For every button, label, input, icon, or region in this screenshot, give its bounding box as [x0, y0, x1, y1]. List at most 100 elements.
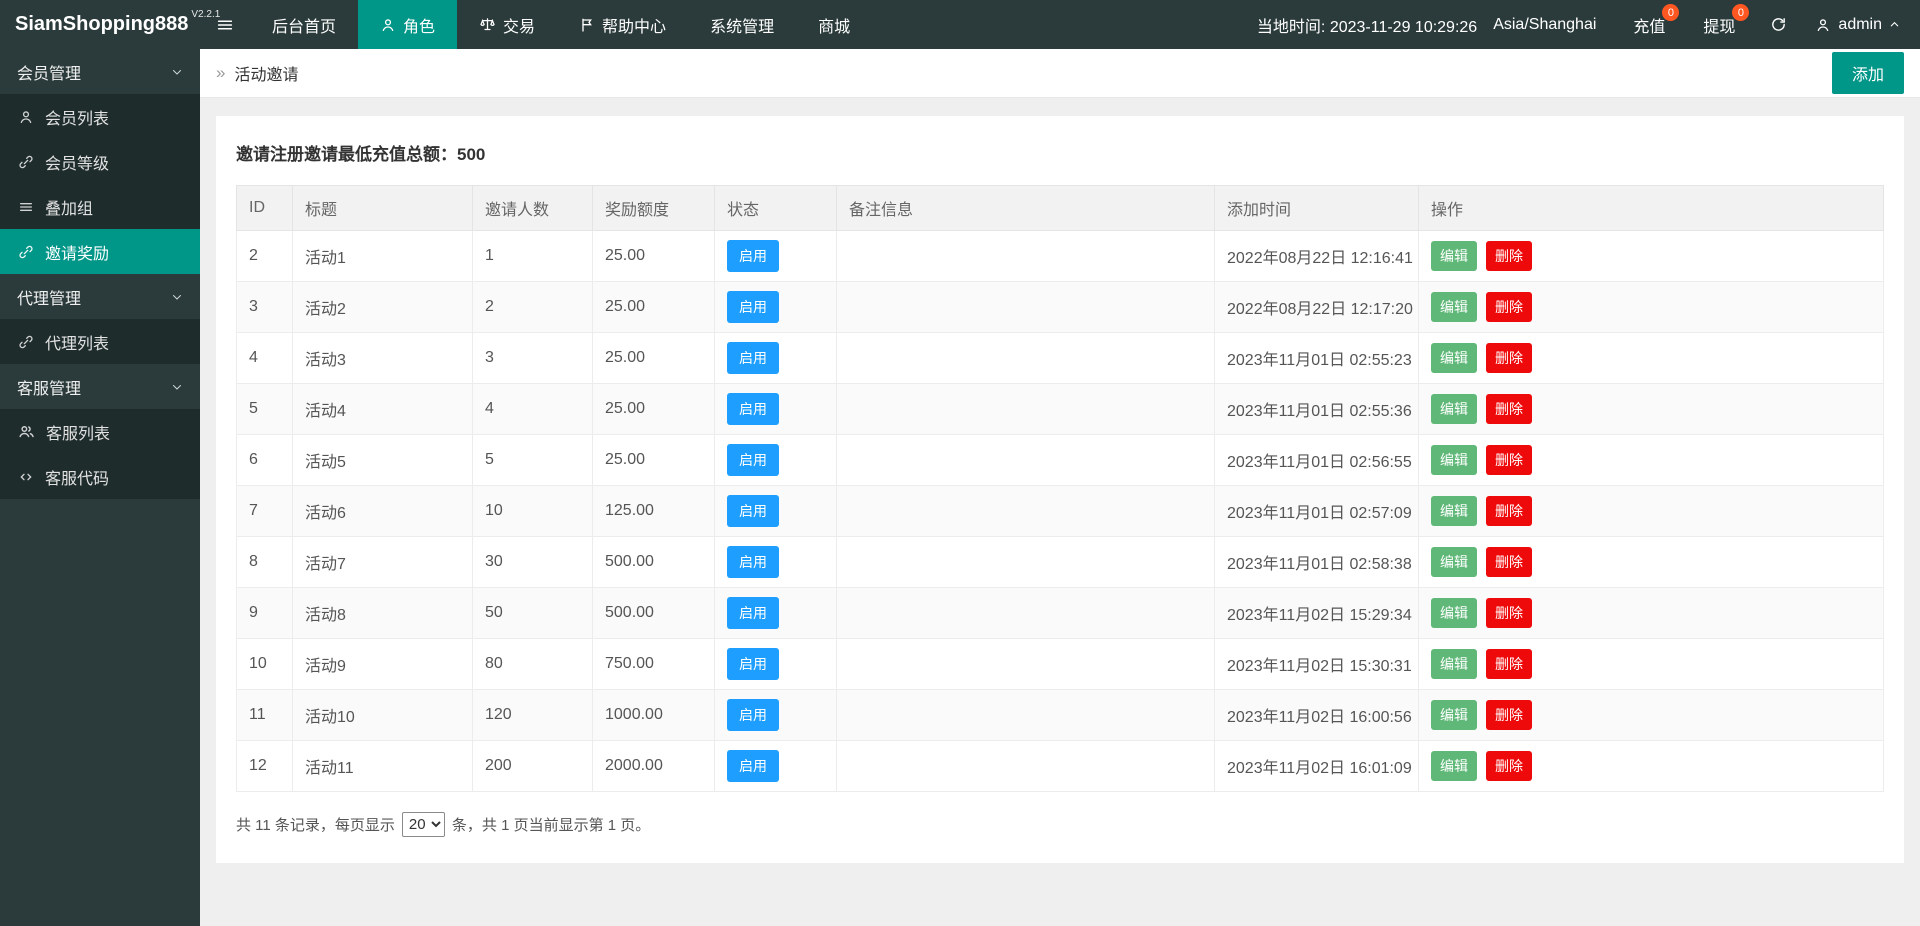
cell-invite-count: 2 — [473, 282, 593, 333]
nav-item-role[interactable]: 角色 — [358, 0, 457, 49]
delete-button[interactable]: 删除 — [1486, 343, 1532, 373]
edit-button[interactable]: 编辑 — [1431, 547, 1477, 577]
cell-note — [837, 690, 1215, 741]
sidebar-item-member-level[interactable]: 会员等级 — [0, 139, 200, 184]
sidebar-group-agent-management[interactable]: 代理管理 — [0, 274, 200, 319]
edit-button[interactable]: 编辑 — [1431, 649, 1477, 679]
user-icon — [18, 109, 34, 125]
page-size-select[interactable]: 20 — [402, 812, 445, 837]
recharge-button[interactable]: 充值 0 — [1614, 0, 1684, 49]
cell-invite-count: 200 — [473, 741, 593, 792]
delete-button[interactable]: 删除 — [1486, 700, 1532, 730]
cell-added-time: 2022年08月22日 12:16:41 — [1215, 231, 1419, 282]
nav-item-system[interactable]: 系统管理 — [688, 0, 796, 49]
cell-note — [837, 639, 1215, 690]
cell-added-time: 2023年11月02日 15:29:34 — [1215, 588, 1419, 639]
status-enabled-button[interactable]: 启用 — [727, 495, 779, 527]
cell-reward-amount: 25.00 — [593, 435, 715, 486]
status-enabled-button[interactable]: 启用 — [727, 648, 779, 680]
table-row: 4活动3325.00启用2023年11月01日 02:55:23编辑删除 — [237, 333, 1884, 384]
sidebar-item-label: 客服代码 — [45, 465, 109, 489]
sidebar-group-member-management[interactable]: 会员管理 — [0, 49, 200, 94]
edit-button[interactable]: 编辑 — [1431, 445, 1477, 475]
sidebar-item-support-list[interactable]: 客服列表 — [0, 409, 200, 454]
table-row: 12活动112002000.00启用2023年11月02日 16:01:09编辑… — [237, 741, 1884, 792]
sidebar-item-invite-reward[interactable]: 邀请奖励 — [0, 229, 200, 274]
sidebar-group-support-management[interactable]: 客服管理 — [0, 364, 200, 409]
column-header: 邀请人数 — [473, 186, 593, 231]
recharge-label: 充值 — [1633, 13, 1665, 37]
cell-title: 活动3 — [293, 333, 473, 384]
edit-button[interactable]: 编辑 — [1431, 292, 1477, 322]
cell-title: 活动5 — [293, 435, 473, 486]
chevron-down-icon — [171, 291, 183, 303]
column-header: 标题 — [293, 186, 473, 231]
edit-button[interactable]: 编辑 — [1431, 700, 1477, 730]
cell-invite-count: 30 — [473, 537, 593, 588]
logo[interactable]: SiamShopping888 V2.2.1 — [0, 0, 200, 49]
cell-id: 3 — [237, 282, 293, 333]
delete-button[interactable]: 删除 — [1486, 241, 1532, 271]
local-time: 当地时间: 2023-11-29 10:29:26 — [1257, 0, 1477, 49]
delete-button[interactable]: 删除 — [1486, 445, 1532, 475]
refresh-button[interactable] — [1754, 0, 1803, 49]
edit-button[interactable]: 编辑 — [1431, 241, 1477, 271]
delete-button[interactable]: 删除 — [1486, 751, 1532, 781]
sidebar-item-stack-group[interactable]: 叠加组 — [0, 184, 200, 229]
table-row: 8活动730500.00启用2023年11月01日 02:58:38编辑删除 — [237, 537, 1884, 588]
sidebar-item-member-list[interactable]: 会员列表 — [0, 94, 200, 139]
status-enabled-button[interactable]: 启用 — [727, 699, 779, 731]
cell-status: 启用 — [715, 639, 837, 690]
cell-actions: 编辑删除 — [1419, 384, 1884, 435]
nav-item-mall[interactable]: 商城 — [796, 0, 872, 49]
person-icon — [380, 17, 396, 33]
cell-id: 8 — [237, 537, 293, 588]
status-enabled-button[interactable]: 启用 — [727, 291, 779, 323]
cell-actions: 编辑删除 — [1419, 231, 1884, 282]
withdraw-label: 提现 — [1703, 13, 1735, 37]
status-enabled-button[interactable]: 启用 — [727, 240, 779, 272]
delete-button[interactable]: 删除 — [1486, 394, 1532, 424]
cell-note — [837, 282, 1215, 333]
edit-button[interactable]: 编辑 — [1431, 394, 1477, 424]
delete-button[interactable]: 删除 — [1486, 649, 1532, 679]
cell-reward-amount: 25.00 — [593, 231, 715, 282]
link-icon — [18, 244, 34, 260]
code-icon — [18, 469, 34, 485]
withdraw-button[interactable]: 提现 0 — [1684, 0, 1754, 49]
status-enabled-button[interactable]: 启用 — [727, 444, 779, 476]
cell-title: 活动6 — [293, 486, 473, 537]
edit-button[interactable]: 编辑 — [1431, 598, 1477, 628]
sidebar-toggle-button[interactable] — [200, 0, 250, 49]
cell-reward-amount: 25.00 — [593, 384, 715, 435]
delete-button[interactable]: 删除 — [1486, 547, 1532, 577]
nav-item-dashboard[interactable]: 后台首页 — [250, 0, 358, 49]
cell-status: 启用 — [715, 741, 837, 792]
status-enabled-button[interactable]: 启用 — [727, 546, 779, 578]
main-nav: 后台首页 角色 交易 帮助中心 系统管理 商城 — [250, 0, 872, 49]
status-enabled-button[interactable]: 启用 — [727, 750, 779, 782]
sidebar-item-support-code[interactable]: 客服代码 — [0, 454, 200, 499]
status-enabled-button[interactable]: 启用 — [727, 597, 779, 629]
status-enabled-button[interactable]: 启用 — [727, 342, 779, 374]
edit-button[interactable]: 编辑 — [1431, 343, 1477, 373]
status-enabled-button[interactable]: 启用 — [727, 393, 779, 425]
cell-invite-count: 80 — [473, 639, 593, 690]
delete-button[interactable]: 删除 — [1486, 292, 1532, 322]
cell-reward-amount: 25.00 — [593, 333, 715, 384]
nav-item-help-center[interactable]: 帮助中心 — [557, 0, 688, 49]
delete-button[interactable]: 删除 — [1486, 496, 1532, 526]
nav-item-trade[interactable]: 交易 — [457, 0, 557, 49]
edit-button[interactable]: 编辑 — [1431, 496, 1477, 526]
admin-menu[interactable]: admin — [1803, 0, 1920, 49]
edit-button[interactable]: 编辑 — [1431, 751, 1477, 781]
nav-item-label: 交易 — [503, 13, 535, 37]
sidebar: 会员管理 会员列表 会员等级 叠加组 邀请奖励 — [0, 49, 200, 926]
layout-body: 会员管理 会员列表 会员等级 叠加组 邀请奖励 — [0, 49, 1920, 926]
sidebar-item-agent-list[interactable]: 代理列表 — [0, 319, 200, 364]
delete-button[interactable]: 删除 — [1486, 598, 1532, 628]
add-button[interactable]: 添加 — [1832, 52, 1904, 94]
table-row: 5活动4425.00启用2023年11月01日 02:55:36编辑删除 — [237, 384, 1884, 435]
cell-invite-count: 1 — [473, 231, 593, 282]
cell-actions: 编辑删除 — [1419, 486, 1884, 537]
